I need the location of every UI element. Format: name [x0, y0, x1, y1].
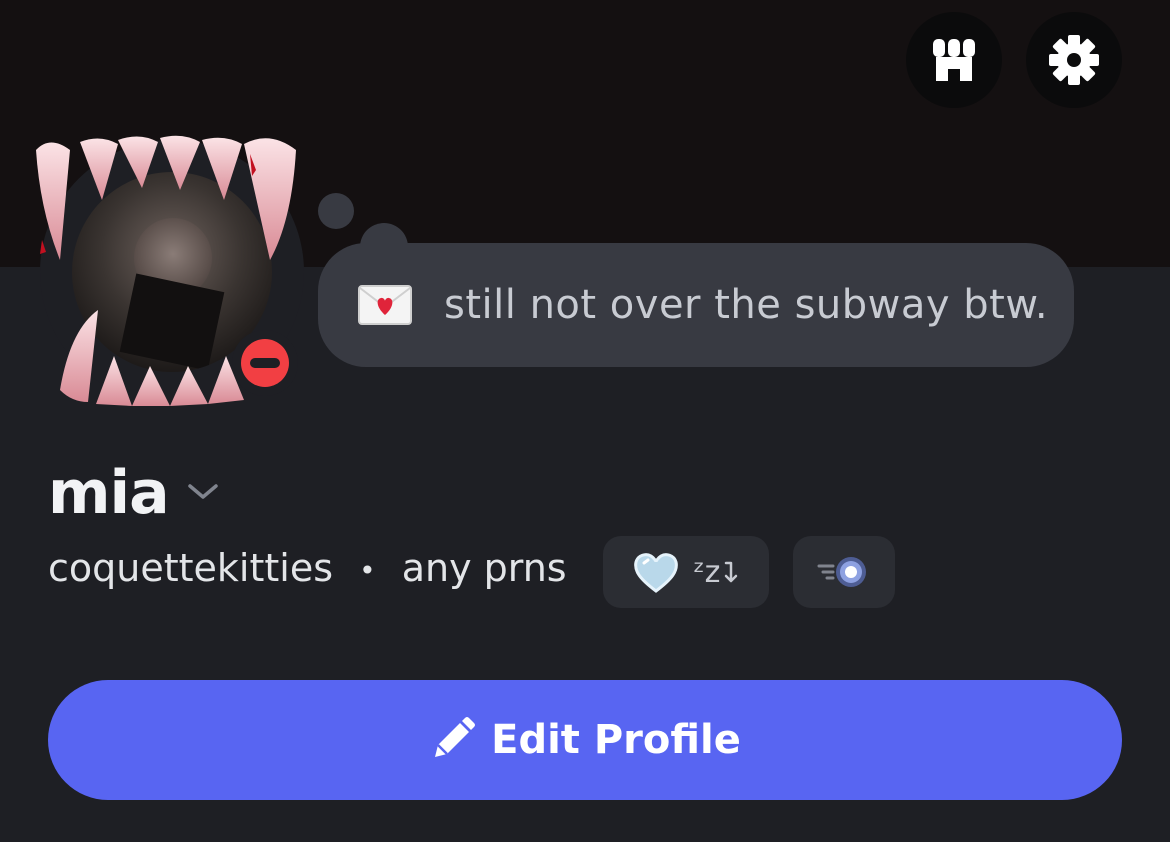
separator-dot: • [359, 554, 376, 587]
edit-profile-button[interactable]: Edit Profile [48, 680, 1122, 800]
shop-icon [933, 39, 975, 81]
pronouns: any prns [401, 546, 567, 590]
dnd-status-icon [232, 330, 298, 396]
custom-status-text: still not over the subway btw. [444, 282, 1049, 328]
love-letter-icon [358, 285, 412, 325]
username-line: coquettekitties • any prns [48, 546, 567, 590]
avatar[interactable] [30, 130, 310, 410]
nitro-badge-icon [817, 557, 866, 587]
pencil-icon [435, 717, 476, 757]
display-name: mia [48, 458, 170, 528]
gear-icon [1049, 35, 1099, 85]
chevron-down-icon[interactable] [186, 480, 220, 502]
thought-dot-small [318, 193, 354, 229]
username: coquettekitties [48, 546, 333, 590]
heart-gem-icon [633, 553, 678, 593]
custom-status-bubble[interactable]: still not over the subway btw. [318, 243, 1074, 367]
edit-profile-label: Edit Profile [491, 717, 741, 763]
badge-heart-sleep[interactable]: ᶻz [603, 536, 769, 608]
sleep-label: ᶻz [693, 554, 721, 590]
settings-button[interactable] [1026, 12, 1122, 108]
shop-button[interactable] [906, 12, 1002, 108]
arrow-icon [725, 561, 738, 583]
badge-nitro[interactable] [793, 536, 895, 608]
